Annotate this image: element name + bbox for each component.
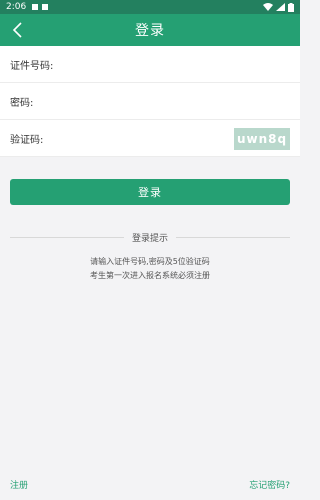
tips-line-2: 考生第一次进入报名系统必须注册 — [90, 271, 210, 280]
status-bar: 2:06 — [0, 0, 300, 14]
captcha-input[interactable] — [43, 120, 204, 156]
wifi-icon — [263, 3, 273, 11]
captcha-row: 验证码: uwn8q — [0, 120, 300, 157]
id-number-row: 证件号码: — [0, 46, 300, 83]
divider-line-left — [10, 236, 124, 238]
back-button[interactable] — [8, 21, 26, 39]
notification-icon-2 — [42, 4, 49, 10]
back-arrow-icon — [12, 22, 22, 38]
tips-text: 请输入证件号码,密码及5位验证码 考生第一次进入报名系统必须注册 — [0, 255, 300, 283]
page-title: 登录 — [135, 23, 165, 39]
tips-heading: 登录提示 — [132, 233, 169, 244]
register-link[interactable]: 注册 — [10, 478, 28, 491]
login-form: 证件号码: 密码: 验证码: uwn8q — [0, 46, 300, 157]
battery-icon — [288, 2, 294, 12]
captcha-image[interactable]: uwn8q — [234, 128, 290, 150]
forgot-password-link[interactable]: 忘记密码? — [249, 478, 290, 491]
password-input[interactable] — [33, 83, 300, 119]
app-bar: 登录 — [0, 14, 300, 46]
password-row: 密码: — [0, 83, 300, 120]
captcha-label: 验证码: — [10, 134, 44, 146]
status-time: 2:06 — [6, 2, 27, 12]
status-icons — [263, 2, 294, 12]
login-button[interactable]: 登录 — [10, 179, 290, 205]
id-number-label: 证件号码: — [10, 60, 54, 72]
notification-icon — [32, 4, 39, 10]
tips-divider: 登录提示 — [10, 230, 291, 244]
id-number-input[interactable] — [53, 46, 300, 82]
divider-line-right — [176, 236, 291, 238]
signal-icon — [276, 3, 285, 11]
password-label: 密码: — [10, 97, 34, 109]
tips-line-1: 请输入证件号码,密码及5位验证码 — [90, 257, 210, 266]
